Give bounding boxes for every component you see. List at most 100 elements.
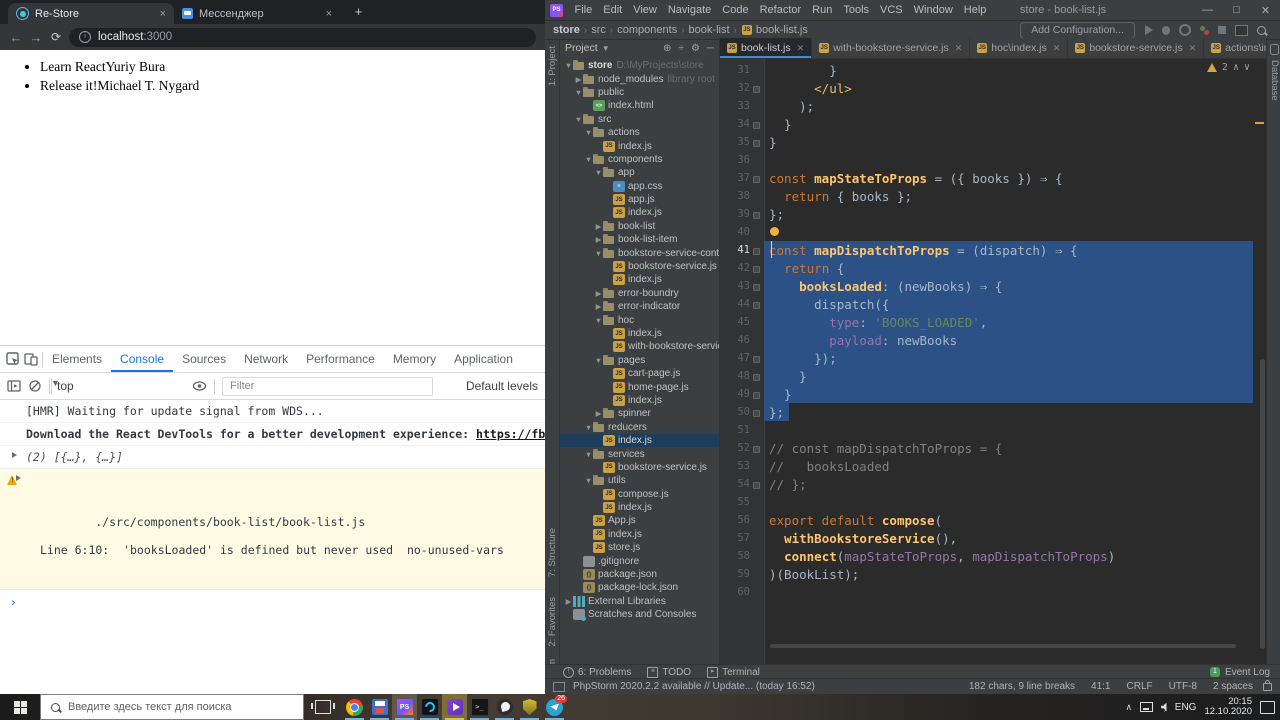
start-button[interactable] — [0, 694, 40, 720]
chevron-down-icon[interactable]: ▼ — [564, 61, 573, 70]
tree-item-index-js[interactable]: JS index.js — [560, 394, 719, 407]
tree-item-error-indicator[interactable]: ▶ error-indicator — [560, 300, 719, 313]
menu-tools[interactable]: Tools — [838, 4, 875, 16]
fold-marker-icon[interactable] — [750, 477, 763, 492]
editor-tab-actions-index-js[interactable]: JSactions\index.js✕ — [1204, 38, 1266, 58]
intention-bulb-icon[interactable] — [770, 227, 779, 236]
tree-item-index-js[interactable]: JS index.js — [560, 501, 719, 514]
tree-item-index-js[interactable]: JS index.js — [560, 528, 719, 541]
run-anything-icon[interactable] — [1235, 24, 1248, 36]
devtools-tab-elements[interactable]: Elements — [43, 346, 111, 372]
chevron-right-icon[interactable]: ▶ — [564, 597, 573, 606]
tab-close-icon[interactable]: ✕ — [955, 43, 963, 54]
menu-help[interactable]: Help — [958, 4, 992, 16]
inspect-element-icon[interactable] — [6, 352, 20, 366]
tab-close-icon[interactable]: ✕ — [1053, 43, 1061, 54]
eye-icon[interactable] — [192, 380, 207, 392]
minimize-button[interactable]: — — [1193, 4, 1222, 17]
tree-item-index-js[interactable]: JS index.js — [560, 433, 719, 448]
tree-item-pages[interactable]: ▼ pages — [560, 354, 719, 367]
menu-view[interactable]: View — [628, 4, 663, 16]
tree-item--gitignore[interactable]: .gitignore — [560, 554, 719, 567]
tree-item-index-js[interactable]: JS index.js — [560, 273, 719, 286]
tree-item-error-boundry[interactable]: ▶ error-boundry — [560, 287, 719, 300]
tree-item-utils[interactable]: ▼ utils — [560, 474, 719, 487]
console-prompt[interactable]: › — [0, 590, 545, 613]
menu-edit[interactable]: Edit — [598, 4, 628, 16]
tool-stripe-structure[interactable]: 7: Structure — [547, 528, 558, 577]
chevron-down-icon[interactable]: ▼ — [584, 450, 593, 459]
taskbar-app-chrome[interactable] — [342, 694, 367, 720]
lock-icon[interactable] — [1263, 679, 1272, 691]
tree-item-package-lock-json[interactable]: {} package-lock.json — [560, 581, 719, 594]
task-view-icon[interactable] — [311, 700, 335, 714]
chevron-right-icon[interactable]: ▶ — [594, 235, 603, 244]
tab-close-icon[interactable]: × — [326, 8, 332, 20]
fold-marker-icon[interactable] — [750, 81, 763, 96]
fold-marker-icon[interactable] — [750, 351, 763, 366]
horizontal-scrollbar[interactable] — [770, 644, 1236, 648]
fold-marker-icon[interactable] — [750, 387, 763, 402]
console-array-row[interactable]: (2) [{…}, {…}] — [0, 446, 545, 469]
project-panel-title[interactable]: Project — [565, 42, 598, 54]
tree-item-app-js[interactable]: JS App.js — [560, 514, 719, 527]
editor-tab-hoc-index-js[interactable]: JS hoc\index.js ✕ — [970, 38, 1069, 58]
new-tab-button[interactable]: + — [350, 4, 367, 21]
console-sidebar-icon[interactable] — [7, 379, 21, 393]
fold-marker-icon[interactable] — [750, 279, 763, 294]
status-message[interactable]: PhpStorm 2020.2.2 available // Update...… — [573, 681, 815, 692]
tree-item-reducers[interactable]: ▼ reducers — [560, 421, 719, 434]
fold-marker-icon[interactable] — [750, 171, 763, 186]
breadcrumb-file[interactable]: book-list.js — [755, 24, 809, 36]
editor-tab-book-list-js[interactable]: JS book-list.js ✕ — [720, 38, 813, 58]
menu-refactor[interactable]: Refactor — [754, 4, 807, 16]
chevron-right-icon[interactable]: ▶ — [594, 289, 603, 298]
clock[interactable]: 20:15 12.10.2020 — [1204, 696, 1252, 718]
expand-triangle-icon[interactable] — [16, 475, 21, 481]
maximize-button[interactable]: □ — [1222, 4, 1251, 17]
devtools-tab-sources[interactable]: Sources — [173, 346, 235, 372]
menu-code[interactable]: Code — [717, 4, 754, 16]
devtools-tab-network[interactable]: Network — [235, 346, 297, 372]
taskbar-app-bird[interactable] — [492, 694, 517, 720]
tool-stripe-project[interactable]: 1: Project — [547, 46, 558, 86]
tree-item-app[interactable]: ▼ app — [560, 166, 719, 179]
fold-marker-icon[interactable] — [750, 405, 763, 420]
device-toolbar-icon[interactable] — [24, 352, 38, 366]
tree-item-src[interactable]: ▼ src — [560, 113, 719, 126]
chevron-right-icon[interactable]: ▶ — [594, 302, 603, 311]
commit-icon[interactable] — [1200, 25, 1209, 35]
tree-item-store-js[interactable]: JS store.js — [560, 541, 719, 554]
taskbar-app-floppy[interactable] — [367, 694, 392, 720]
add-configuration-button[interactable]: Add Configuration... — [1020, 21, 1135, 39]
chevron-down-icon[interactable]: ▼ — [584, 155, 593, 164]
error-stripe-mark[interactable] — [1255, 122, 1264, 124]
console-filter-input[interactable]: Filter — [222, 376, 433, 396]
toolwindow-terminal[interactable]: ▸ Terminal — [707, 666, 760, 678]
devtools-tab-console[interactable]: Console — [111, 346, 173, 372]
status-line-endings[interactable]: CRLF — [1127, 681, 1153, 692]
clear-console-icon[interactable] — [28, 379, 42, 393]
hide-panel-icon[interactable]: ─ — [707, 43, 714, 54]
tree-item-node-modules[interactable]: ▶ node_modules library root — [560, 72, 719, 85]
chevron-down-icon[interactable]: ▼ — [574, 115, 583, 124]
tree-item-external-libraries[interactable]: ▶ External Libraries — [560, 595, 719, 608]
tree-item-with-bookstore-service-[interactable]: JSwith-bookstore-service. — [560, 340, 719, 353]
tree-item-index-html[interactable]: <> index.html — [560, 99, 719, 112]
collapse-all-icon[interactable]: ÷ — [678, 43, 684, 54]
tool-window-switcher-icon[interactable] — [553, 681, 565, 692]
tree-item-actions[interactable]: ▼ actions — [560, 126, 719, 139]
breadcrumb-item[interactable]: store — [552, 24, 581, 36]
tree-item-cart-page-js[interactable]: JS cart-page.js — [560, 367, 719, 380]
tree-item-package-json[interactable]: {} package.json — [560, 568, 719, 581]
breadcrumb-item[interactable]: book-list — [688, 24, 731, 36]
network-icon[interactable] — [1140, 702, 1154, 712]
taskbar-app-darkapp[interactable] — [417, 694, 442, 720]
fold-marker-icon[interactable] — [750, 441, 763, 456]
run-icon[interactable] — [1145, 25, 1153, 35]
tree-item-hoc[interactable]: ▼ hoc — [560, 313, 719, 326]
next-warning-icon[interactable]: ∨ — [1244, 62, 1250, 73]
chevron-down-icon[interactable]: ▼ — [594, 316, 603, 325]
tab-close-icon[interactable]: × — [160, 8, 166, 20]
toolwindow-todo[interactable]: ≡ TODO — [647, 666, 691, 678]
